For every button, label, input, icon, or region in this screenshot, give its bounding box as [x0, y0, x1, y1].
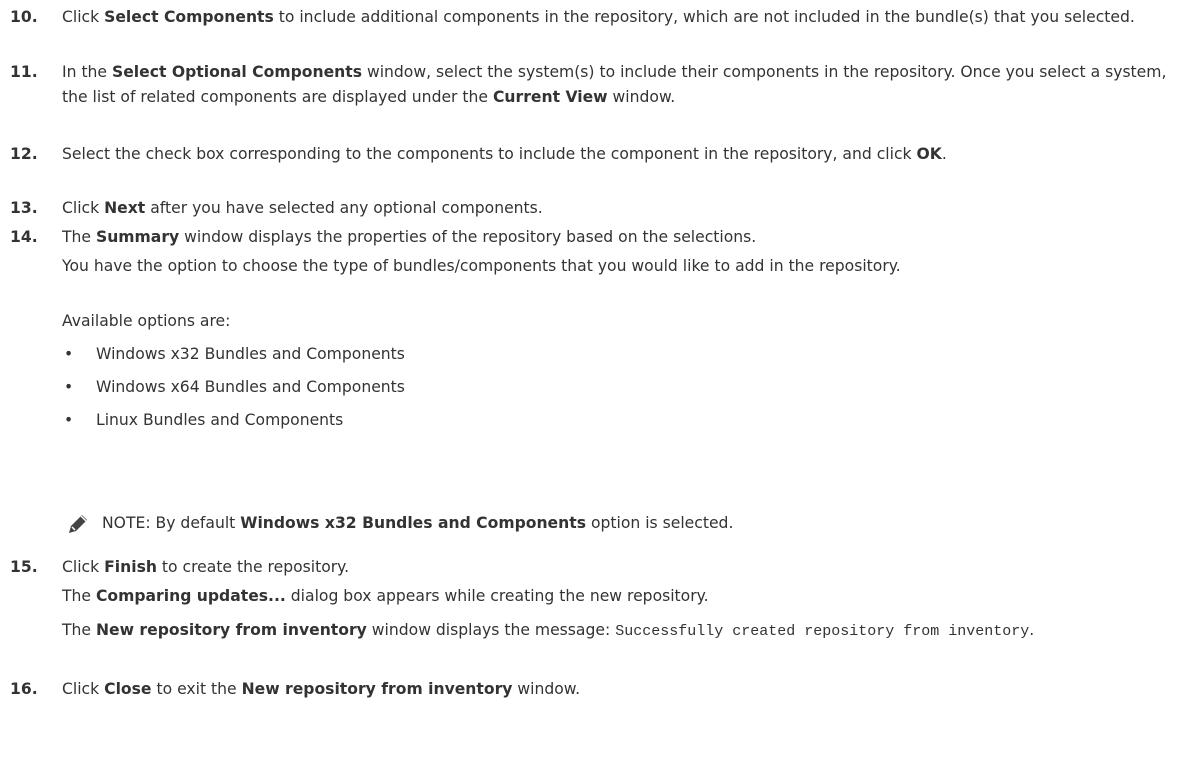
note-label: NOTE: [102, 514, 151, 532]
ui-term: Select Components [104, 8, 274, 26]
step-11: 11. In the Select Optional Components wi… [10, 60, 1172, 110]
ui-term: New repository from inventory [95, 621, 367, 639]
step-10: 10. Click Select Components to include a… [10, 5, 1172, 30]
ui-term: OK [916, 145, 942, 163]
code-message: Successfully created repository from inv… [615, 623, 1030, 640]
pencil-note-icon [69, 515, 87, 533]
ui-term: Finish [104, 558, 157, 576]
ui-term: Comparing updates... [95, 587, 286, 605]
ui-term: Close [104, 680, 152, 698]
step-number: 15. [10, 558, 38, 576]
ui-term: Select Optional Components [112, 63, 362, 81]
step-14-options-intro: Available options are: [62, 312, 231, 330]
step-12: 12. Select the check box corresponding t… [10, 142, 1172, 167]
bullet-item: • Windows x64 Bundles and Components [62, 375, 1172, 400]
ui-term: Next [104, 199, 146, 217]
step-15-message: The New repository from inventory window… [62, 621, 1035, 640]
step-16: 16. Click Close to exit the New reposito… [10, 677, 1172, 702]
bullet-icon: • [64, 411, 74, 429]
note-callout: NOTE: By default Windows x32 Bundles and… [66, 511, 1172, 536]
step-number: 16. [10, 680, 38, 698]
step-number: 12. [10, 145, 38, 163]
step-number: 10. [10, 8, 38, 26]
step-text: Click Finish to create the repository. [62, 558, 350, 576]
bullet-icon: • [64, 378, 74, 396]
ui-term: New repository from inventory [241, 680, 513, 698]
note-text: NOTE: By default Windows x32 Bundles and… [102, 514, 734, 532]
step-14: 14. The Summary window displays the prop… [10, 225, 1172, 250]
step-14-paragraph: You have the option to choose the type o… [62, 257, 901, 275]
bullet-item: • Linux Bundles and Components [62, 408, 1172, 433]
step-number: 13. [10, 199, 38, 217]
step-number: 14. [10, 228, 38, 246]
step-text: Click Close to exit the New repository f… [62, 680, 581, 698]
ui-term: Summary [95, 228, 180, 246]
bullet-item: • Windows x32 Bundles and Components [62, 342, 1172, 367]
step-text: In the Select Optional Components window… [62, 63, 1167, 106]
step-text: The Summary window displays the properti… [62, 228, 757, 246]
step-text: Select the check box corresponding to th… [62, 145, 947, 163]
step-text: Click Next after you have selected any o… [62, 199, 543, 217]
step-number: 11. [10, 63, 38, 81]
step-13: 13. Click Next after you have selected a… [10, 196, 1172, 221]
bullet-icon: • [64, 345, 74, 363]
ui-term: Current View [492, 88, 608, 106]
step-15: 15. Click Finish to create the repositor… [10, 555, 1172, 580]
step-15-paragraph: The Comparing updates... dialog box appe… [62, 587, 709, 605]
document-page: 10. Click Select Components to include a… [0, 0, 1180, 766]
step-text: Click Select Components to include addit… [62, 8, 1135, 26]
ui-term: Windows x32 Bundles and Components [240, 514, 586, 532]
